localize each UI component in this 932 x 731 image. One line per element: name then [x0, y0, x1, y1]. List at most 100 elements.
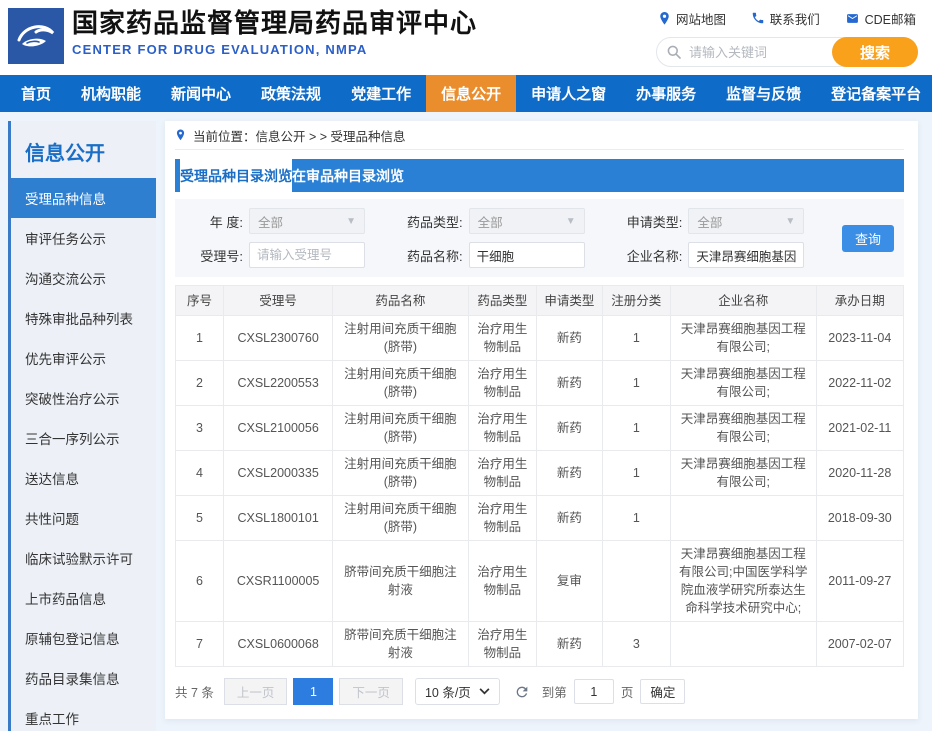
cell-date: 2020-11-28: [816, 451, 903, 496]
tab-accepted-catalog[interactable]: 受理品种目录浏览: [180, 159, 292, 192]
cell-drug-name: 脐带间充质干细胞注射液: [333, 622, 468, 667]
header-right: 网站地图 联系我们 CDE邮箱 搜索: [656, 8, 918, 67]
cell-drug-type: 治疗用生物制品: [468, 361, 536, 406]
main-nav: 首页 机构职能 新闻中心 政策法规 党建工作 信息公开 申请人之窗 办事服务 监…: [0, 75, 932, 112]
sidebar-item-delivery-info[interactable]: 送达信息: [11, 458, 156, 498]
cell-drug-name: 注射用间充质干细胞(脐带): [333, 316, 468, 361]
cell-date: 2022-11-02: [816, 361, 903, 406]
cde-mail-label: CDE邮箱: [865, 9, 916, 28]
company-input[interactable]: [688, 242, 804, 268]
goto-unit: 页: [621, 682, 634, 701]
sidebar-item-clinical-trial-license[interactable]: 临床试验默示许可: [11, 538, 156, 578]
table-row: 1 CXSL2300760 注射用间充质干细胞(脐带) 治疗用生物制品 新药 1…: [176, 316, 904, 361]
cell-seq: 3: [176, 406, 224, 451]
sidebar-item-communication[interactable]: 沟通交流公示: [11, 258, 156, 298]
sidebar: 信息公开 受理品种信息 审评任务公示 沟通交流公示 特殊审批品种列表 优先审评公…: [8, 121, 156, 731]
sidebar-item-review-tasks[interactable]: 审评任务公示: [11, 218, 156, 258]
site-header: 国家药品监督管理局药品审评中心 CENTER FOR DRUG EVALUATI…: [0, 0, 932, 75]
company-label: 企业名称:: [620, 246, 682, 265]
nav-item-party[interactable]: 党建工作: [336, 75, 426, 112]
goto-page-group: 到第 页 确定: [542, 679, 686, 704]
sidebar-item-special-approval[interactable]: 特殊审批品种列表: [11, 298, 156, 338]
drug-type-select-value: 全部: [478, 212, 503, 231]
sidebar-item-common-issues[interactable]: 共性问题: [11, 498, 156, 538]
cell-seq: 1: [176, 316, 224, 361]
cell-company: 天津昂赛细胞基因工程有限公司;: [671, 316, 817, 361]
nav-item-news[interactable]: 新闻中心: [156, 75, 246, 112]
sidebar-item-accepted-varieties[interactable]: 受理品种信息: [11, 178, 156, 218]
sidebar-item-marketed-drugs[interactable]: 上市药品信息: [11, 578, 156, 618]
apply-type-select[interactable]: 全部▼: [688, 208, 804, 234]
drug-name-input[interactable]: [469, 242, 585, 268]
nav-item-registration-platform[interactable]: 登记备案平台: [816, 75, 932, 112]
accept-no-label: 受理号:: [181, 246, 243, 265]
cell-drug-type: 治疗用生物制品: [468, 451, 536, 496]
year-select-value: 全部: [258, 212, 283, 231]
main-panel: 当前位置：信息公开 > > 受理品种信息 受理品种目录浏览 在审品种目录浏览 年…: [165, 121, 918, 719]
filter-panel: 年 度: 全部▼ 药品类型: 全部▼ 申请类型:: [175, 199, 904, 277]
breadcrumb: 当前位置：信息公开 > > 受理品种信息: [175, 121, 904, 150]
search-icon: [666, 44, 682, 60]
sidebar-item-three-in-one[interactable]: 三合一序列公示: [11, 418, 156, 458]
cell-accept-no: CXSR1100005: [224, 541, 333, 622]
cell-accept-no: CXSL2300760: [224, 316, 333, 361]
prev-page-button[interactable]: 上一页: [224, 678, 288, 705]
chevron-down-icon: ▼: [346, 216, 356, 227]
results-table: 序号 受理号 药品名称 药品类型 申请类型 注册分类 企业名称 承办日期 1 C…: [175, 285, 904, 667]
cell-company: [671, 496, 817, 541]
cell-company: 天津昂赛细胞基因工程有限公司;: [671, 451, 817, 496]
column-header: 药品类型: [468, 286, 536, 316]
year-select[interactable]: 全部 ▼: [249, 208, 365, 234]
nav-item-home[interactable]: 首页: [6, 75, 66, 112]
search-button[interactable]: 搜索: [832, 37, 918, 67]
sidebar-item-drug-catalog[interactable]: 药品目录集信息: [11, 658, 156, 698]
cell-seq: 6: [176, 541, 224, 622]
nav-item-services[interactable]: 办事服务: [621, 75, 711, 112]
nav-item-supervision[interactable]: 监督与反馈: [711, 75, 816, 112]
page-size-select[interactable]: 10 条/页: [415, 678, 500, 705]
refresh-icon[interactable]: [514, 684, 530, 700]
cell-reg-class: 3: [602, 622, 670, 667]
goto-confirm-button[interactable]: 确定: [640, 679, 685, 704]
cell-date: 2021-02-11: [816, 406, 903, 451]
sidebar-item-excipient-registration[interactable]: 原辅包登记信息: [11, 618, 156, 658]
breadcrumb-text: 当前位置：信息公开 > > 受理品种信息: [193, 126, 406, 145]
sidebar-item-breakthrough-therapy[interactable]: 突破性治疗公示: [11, 378, 156, 418]
contact-link[interactable]: 联系我们: [751, 9, 820, 28]
brand-block: 国家药品监督管理局药品审评中心 CENTER FOR DRUG EVALUATI…: [72, 7, 477, 57]
column-header: 序号: [176, 286, 224, 316]
sidebar-item-priority-review[interactable]: 优先审评公示: [11, 338, 156, 378]
next-page-button[interactable]: 下一页: [339, 678, 403, 705]
site-subtitle: CENTER FOR DRUG EVALUATION, NMPA: [72, 42, 477, 57]
column-header: 注册分类: [602, 286, 670, 316]
cde-mail-link[interactable]: CDE邮箱: [845, 9, 916, 28]
nav-item-policy[interactable]: 政策法规: [246, 75, 336, 112]
sitemap-link[interactable]: 网站地图: [658, 9, 726, 28]
column-header: 受理号: [224, 286, 333, 316]
column-header: 企业名称: [671, 286, 817, 316]
column-header: 承办日期: [816, 286, 903, 316]
cell-apply-type: 新药: [537, 496, 603, 541]
cell-apply-type: 新药: [537, 622, 603, 667]
cell-drug-name: 注射用间充质干细胞(脐带): [333, 451, 468, 496]
tab-under-review-catalog[interactable]: 在审品种目录浏览: [292, 159, 404, 192]
drug-type-select[interactable]: 全部▼: [469, 208, 585, 234]
column-header: 申请类型: [537, 286, 603, 316]
nav-item-applicant[interactable]: 申请人之窗: [516, 75, 621, 112]
cell-company: 天津昂赛细胞基因工程有限公司;中国医学科学院血液学研究所泰达生命科学技术研究中心…: [671, 541, 817, 622]
cell-apply-type: 复审: [537, 541, 603, 622]
cell-date: 2007-02-07: [816, 622, 903, 667]
nav-item-org[interactable]: 机构职能: [66, 75, 156, 112]
cell-apply-type: 新药: [537, 316, 603, 361]
cell-company: 天津昂赛细胞基因工程有限公司;: [671, 361, 817, 406]
page-number-button[interactable]: 1: [293, 678, 333, 705]
nav-item-info-disclosure[interactable]: 信息公开: [426, 75, 516, 112]
accept-no-input[interactable]: [249, 242, 365, 268]
goto-page-input[interactable]: [574, 679, 614, 704]
cell-drug-type: 治疗用生物制品: [468, 316, 536, 361]
cell-drug-name: 注射用间充质干细胞(脐带): [333, 361, 468, 406]
query-button[interactable]: 查询: [842, 225, 894, 252]
phone-icon: [751, 11, 765, 25]
cell-accept-no: CXSL2000335: [224, 451, 333, 496]
sidebar-item-key-work[interactable]: 重点工作: [11, 698, 156, 731]
